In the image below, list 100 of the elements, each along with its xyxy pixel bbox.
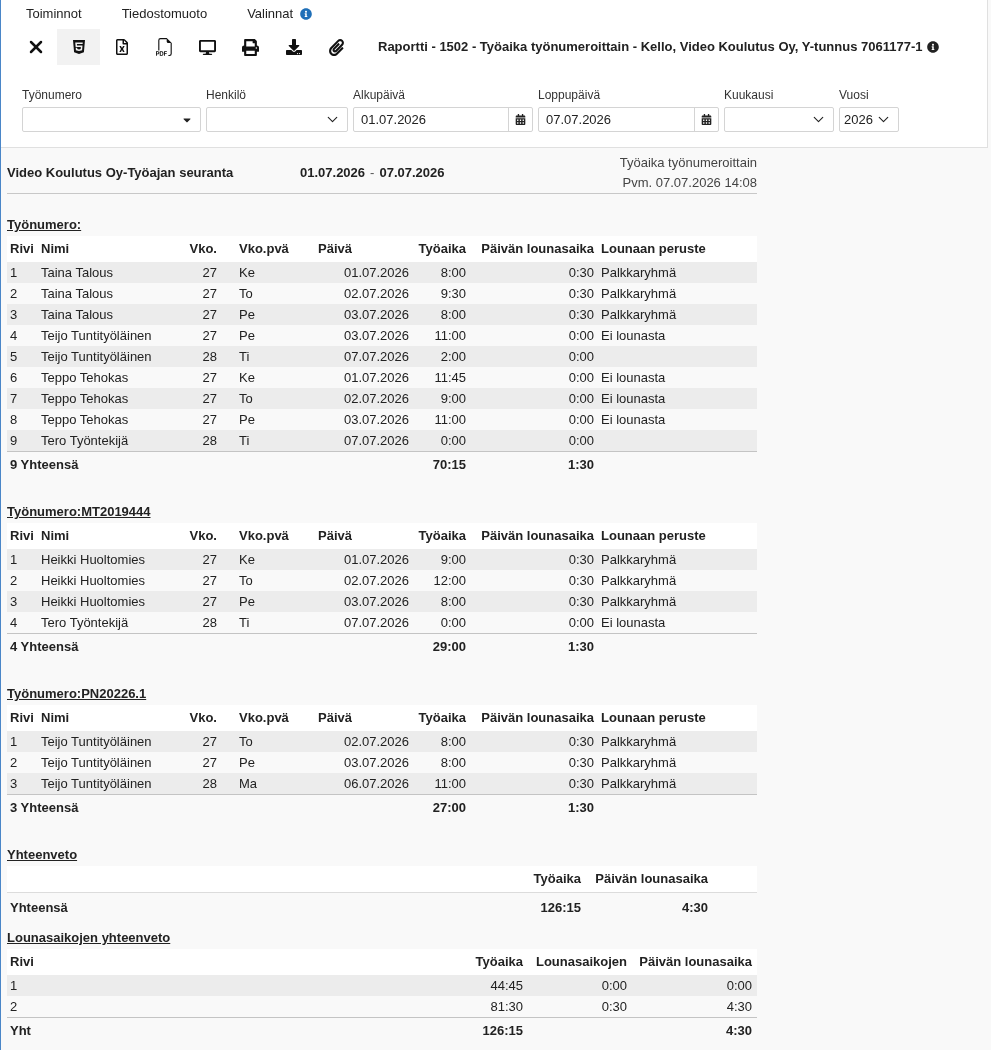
table-cell-text: 07.07.2026 bbox=[342, 613, 410, 632]
report-title: Raportti - 1502 - Työaika työnumeroittain - Kello, Video Koulutus Oy, Y-tunnus 7061177-1 bbox=[378, 38, 923, 57]
table-cell-text: 02.07.2026 bbox=[342, 732, 410, 751]
table-cell-text: 0:30 bbox=[567, 592, 595, 611]
table-cell-text: 0:30 bbox=[567, 263, 595, 282]
table-cell-text: 8:00 bbox=[439, 753, 467, 772]
table-cell-text: 27 bbox=[201, 284, 218, 303]
column-header: Päivän lounasaika bbox=[480, 527, 595, 546]
html-export-button[interactable] bbox=[57, 29, 100, 65]
column-header: Nimi bbox=[40, 709, 71, 728]
table-cell-text: 01.07.2026 bbox=[342, 550, 410, 569]
select-field[interactable]: 2026 bbox=[839, 107, 899, 132]
table-cell-text: Palkkaryhmä bbox=[600, 550, 678, 569]
table-cell-text: Tero Työntekijä bbox=[40, 431, 130, 450]
total-value: 70:15 bbox=[431, 455, 467, 474]
table-cell-text: 0:30 bbox=[600, 997, 628, 1016]
table-cell-text: 9:00 bbox=[439, 389, 467, 408]
table-cell-text: 0:30 bbox=[567, 284, 595, 303]
table-cell-text: 28 bbox=[201, 347, 218, 366]
table-cell-text: 0:30 bbox=[567, 753, 595, 772]
table-cell-text: Taina Talous bbox=[40, 284, 115, 303]
calendar-icon bbox=[515, 114, 526, 125]
monitor-icon bbox=[199, 38, 216, 56]
table-cell-text: 03.07.2026 bbox=[342, 592, 410, 611]
date-field[interactable]: 07.07.2026 bbox=[538, 107, 719, 132]
table-cell-text: Ti bbox=[238, 431, 251, 450]
menu-item[interactable]: Toiminnot bbox=[26, 4, 82, 24]
table-cell-text: 02.07.2026 bbox=[342, 284, 410, 303]
table-cell-text: 0:30 bbox=[567, 550, 595, 569]
table-cell-text: 11:00 bbox=[433, 410, 467, 429]
table-cell-text: 28 bbox=[201, 431, 218, 450]
report-name: Työaika työnumeroittain bbox=[619, 154, 757, 172]
column-header: Lounaan peruste bbox=[600, 527, 707, 546]
table-cell-text: Ma bbox=[238, 774, 259, 793]
table-cell-text: 02.07.2026 bbox=[342, 389, 410, 408]
group-title: Työnumero: bbox=[7, 216, 83, 234]
table-cell-text: 3 bbox=[9, 774, 19, 793]
table-cell-text: Teppo Tehokas bbox=[40, 389, 130, 408]
table-cell-text: 27 bbox=[201, 732, 218, 751]
column-header: Vko. bbox=[188, 240, 218, 259]
combo-field[interactable] bbox=[22, 107, 201, 132]
table-cell-text: 1 bbox=[9, 732, 19, 751]
table-cell-text: 0:00 bbox=[725, 976, 753, 995]
field-label: Työnumero bbox=[22, 87, 84, 103]
table-cell-text: 12:00 bbox=[432, 571, 467, 590]
table-cell-text: 8:00 bbox=[439, 732, 467, 751]
pdf-file-icon bbox=[155, 38, 174, 56]
table-cell-text: 1 bbox=[9, 976, 19, 995]
table-cell-text: 8:00 bbox=[439, 592, 467, 611]
table-cell-text: 2 bbox=[9, 571, 19, 590]
table-cell-text: Palkkaryhmä bbox=[600, 571, 678, 590]
table-cell-text: 03.07.2026 bbox=[342, 410, 410, 429]
total-value: 4:30 bbox=[680, 898, 709, 917]
table-cell-text: Ke bbox=[238, 368, 256, 387]
table-cell-text: Pe bbox=[238, 305, 256, 324]
column-header: Päivän lounasaika bbox=[480, 709, 595, 728]
field-label: Vuosi bbox=[839, 87, 870, 103]
table-cell-text: 2:00 bbox=[439, 347, 467, 366]
total-label: 4 Yhteensä bbox=[9, 637, 80, 656]
date-field[interactable]: 01.07.2026 bbox=[353, 107, 533, 132]
table-cell-text: Ei lounasta bbox=[600, 368, 667, 387]
table-cell-text: 11:00 bbox=[433, 774, 467, 793]
table-cell-text: 0:30 bbox=[567, 305, 595, 324]
table-cell-text: Taina Talous bbox=[40, 305, 115, 324]
table-cell-text: Palkkaryhmä bbox=[600, 284, 678, 303]
menu-item[interactable]: Valinnat bbox=[247, 4, 294, 24]
total-value: 4:30 bbox=[724, 1021, 753, 1040]
total-label: Yhteensä bbox=[9, 898, 69, 917]
table-cell-text: 27 bbox=[201, 263, 218, 282]
table-cell-text: 0:00 bbox=[600, 976, 628, 995]
group-title: Työnumero:PN20226.1 bbox=[7, 685, 148, 703]
table-cell-text: 2 bbox=[9, 753, 19, 772]
table-cell-text: Teijo Tuntityöläinen bbox=[40, 753, 153, 772]
table-cell-text: Palkkaryhmä bbox=[600, 774, 678, 793]
total-value: 1:30 bbox=[566, 455, 595, 474]
column-header: Lounaan peruste bbox=[600, 709, 707, 728]
table-cell-text: 1 bbox=[9, 550, 19, 569]
column-header: Rivi bbox=[9, 527, 35, 546]
table-cell-text: Ti bbox=[238, 347, 251, 366]
table-cell-text: 27 bbox=[201, 326, 218, 345]
column-header: Päivä bbox=[317, 709, 353, 728]
table-cell-text: 01.07.2026 bbox=[342, 368, 410, 387]
table-cell-text: 1 bbox=[9, 263, 19, 282]
menu-item[interactable]: Tiedostomuoto bbox=[121, 4, 208, 24]
field-label: Alkupäivä bbox=[353, 87, 407, 103]
table-cell-text: 27 bbox=[201, 592, 218, 611]
table-cell-text: 0:30 bbox=[567, 774, 595, 793]
table-cell-text: Pe bbox=[238, 410, 256, 429]
total-value: 126:15 bbox=[539, 898, 582, 917]
table-cell-text: Palkkaryhmä bbox=[600, 263, 678, 282]
table-cell-text: Teijo Tuntityöläinen bbox=[40, 774, 153, 793]
select-field[interactable] bbox=[724, 107, 834, 132]
paperclip-icon bbox=[328, 38, 345, 56]
column-header: Työaika bbox=[532, 870, 582, 889]
print-date: Pvm. 07.07.2026 14:08 bbox=[622, 174, 757, 192]
column-header: Vko.pvä bbox=[238, 527, 290, 546]
column-header: Rivi bbox=[9, 953, 35, 972]
select-field[interactable] bbox=[206, 107, 348, 132]
table-cell-text: 06.07.2026 bbox=[342, 774, 410, 793]
table-cell-text: 02.07.2026 bbox=[342, 571, 410, 590]
